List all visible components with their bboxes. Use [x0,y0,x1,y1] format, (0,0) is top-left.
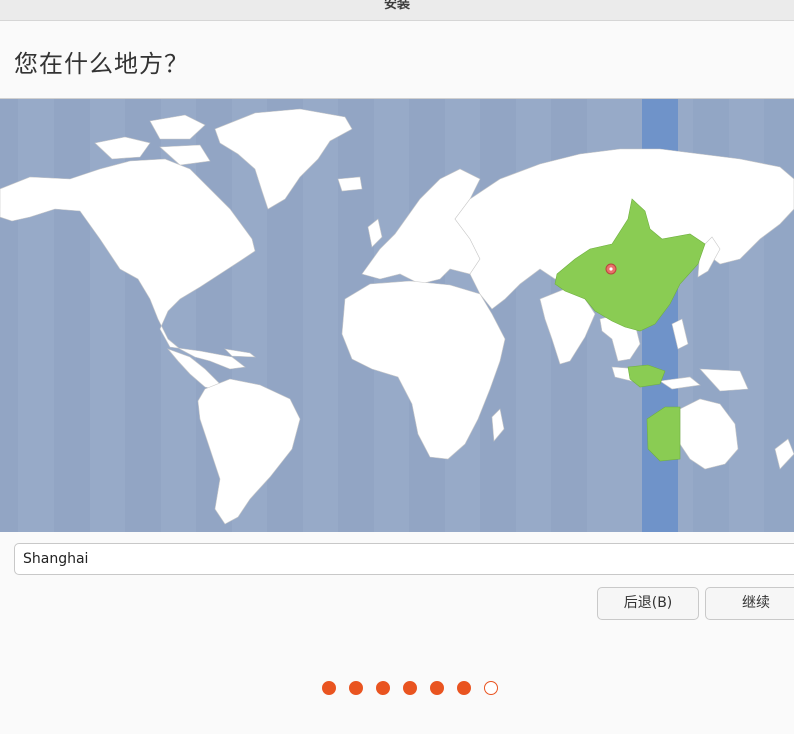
world-map[interactable] [0,99,794,532]
location-marker[interactable] [605,263,617,275]
window-titlebar[interactable]: 安装 [0,0,794,21]
progress-dot-done [403,681,417,695]
progress-dot-done [376,681,390,695]
window-title: 安装 [383,0,410,12]
progress-dot-done [322,681,336,695]
timezone-map[interactable] [0,98,794,532]
progress-dot-current [484,681,498,695]
progress-dot-done [430,681,444,695]
continue-button[interactable]: 继续 [705,587,794,620]
location-input[interactable] [23,544,763,574]
back-button[interactable]: 后退(B) [597,587,699,620]
progress-dot-done [457,681,471,695]
page-title: 您在什么地方？ [14,50,189,78]
progress-dot-done [349,681,363,695]
location-field[interactable] [14,543,794,575]
